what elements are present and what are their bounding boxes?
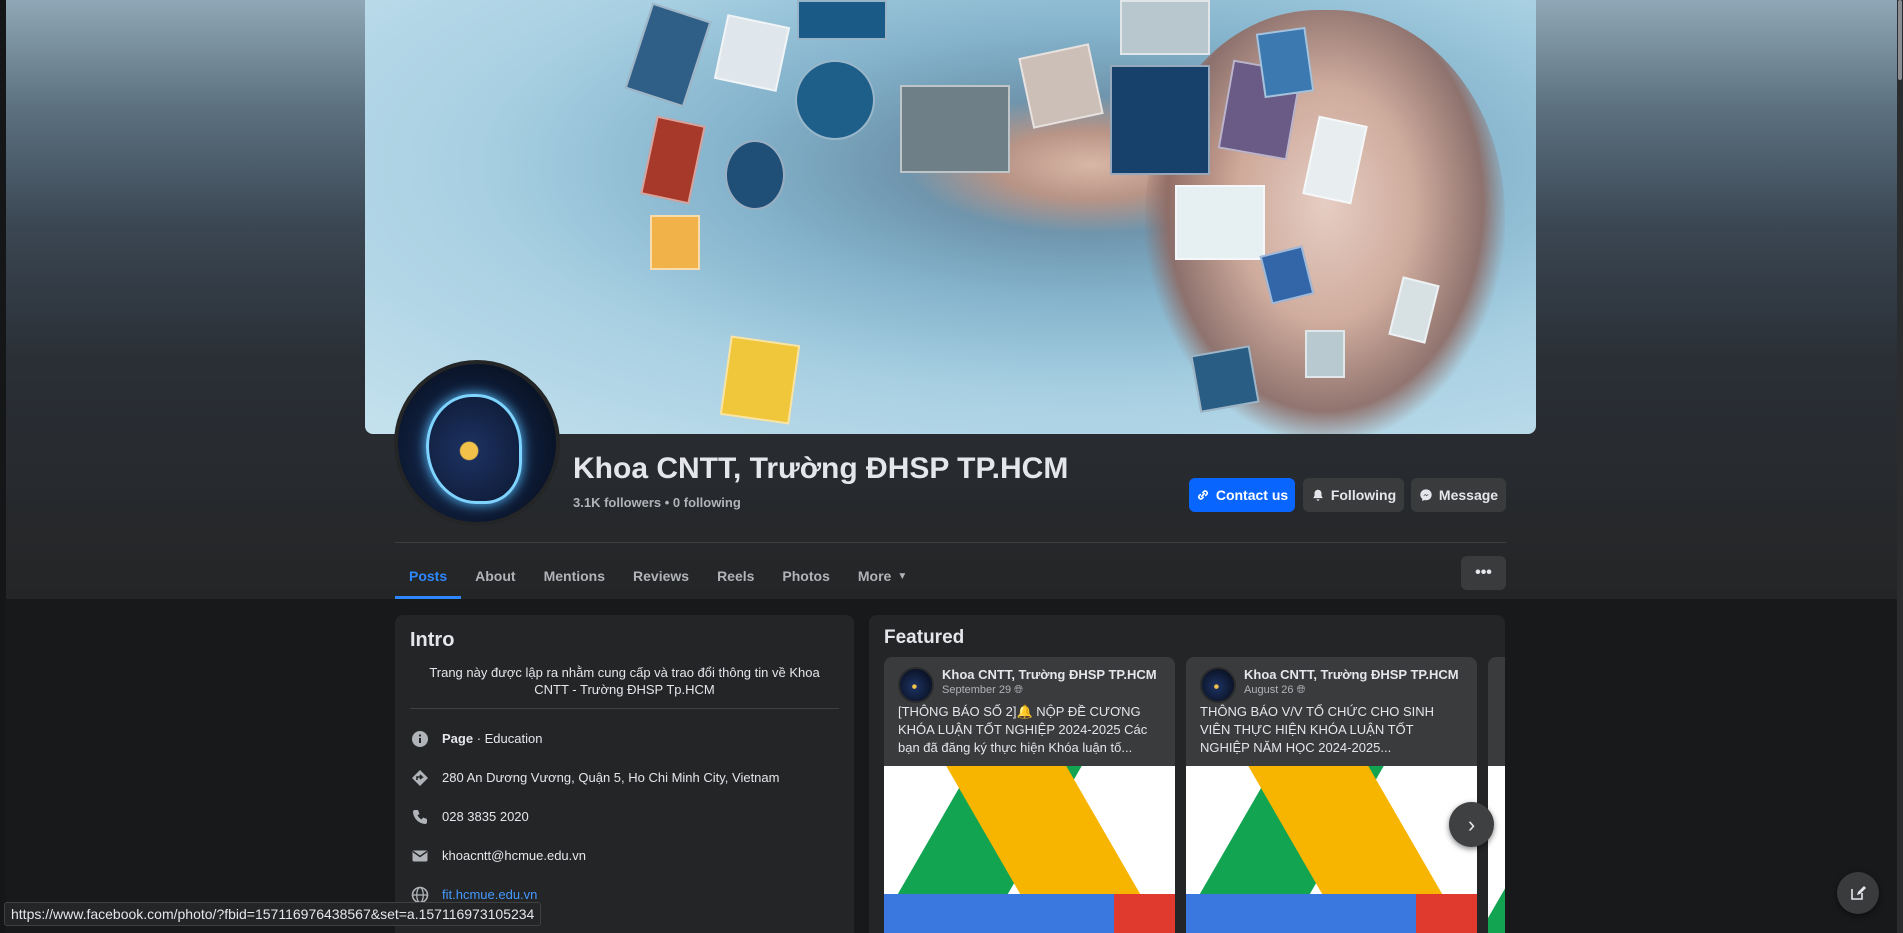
cover-tile	[795, 60, 875, 140]
messenger-icon	[1420, 489, 1432, 502]
tab-reels[interactable]: Reels	[703, 553, 768, 599]
cover-tile	[1018, 43, 1104, 129]
google-drive-image[interactable]	[1186, 766, 1477, 933]
page-options-button[interactable]: •••	[1461, 556, 1506, 590]
intro-category: Page · Education	[410, 719, 839, 758]
avatar[interactable]	[898, 667, 934, 703]
google-drive-image	[1488, 766, 1505, 933]
cover-photo[interactable]	[365, 0, 1536, 434]
post-header: Khoa CNTT, Trường ĐHSP TP.HCM September …	[884, 657, 1175, 703]
tab-label: Mentions	[543, 568, 606, 584]
link-icon	[1197, 490, 1208, 500]
tab-label: Posts	[409, 568, 448, 584]
cover-tile	[797, 0, 887, 40]
profile-picture[interactable]	[394, 360, 560, 526]
google-drive-image[interactable]	[884, 766, 1175, 933]
compose-button[interactable]	[1837, 872, 1879, 914]
cover-tile	[713, 14, 791, 92]
post-date[interactable]: August 26 🌐︎	[1244, 684, 1459, 697]
post-text: [THÔNG BÁO SỐ 2]🔔 NỘP ĐỀ CƯƠNG KHÓA LUẬN…	[898, 704, 1148, 755]
page-title: Khoa CNTT, Trường ĐHSP TP.HCM	[573, 452, 1069, 485]
cover-tile	[1110, 65, 1210, 175]
intro-phone: 028 3835 2020	[410, 797, 839, 836]
post-header: Khoa CNTT, Trường ĐHSP TP.HCM August 26 …	[1186, 657, 1477, 703]
featured-post[interactable]: Khoa CNTT, Trường ĐHSP TP.HCM August 26 …	[1186, 657, 1477, 933]
tab-label: More	[857, 568, 892, 584]
tab-mentions[interactable]: Mentions	[530, 553, 619, 599]
drive-logo-blue	[1186, 894, 1416, 933]
bell-icon	[1313, 489, 1323, 501]
intro-description: Trang này được lập ra nhằm cung cấp và t…	[410, 664, 839, 709]
tab-label: Photos	[782, 568, 830, 584]
post-date[interactable]: September 29 🌐︎	[942, 684, 1157, 697]
compose-icon	[1851, 886, 1866, 900]
globe-icon: 🌐︎	[1014, 684, 1023, 696]
featured-title: Featured	[884, 627, 965, 648]
post-author[interactable]: Khoa CNTT, Trường ĐHSP TP.HCM	[1244, 667, 1459, 682]
ellipsis-icon: •••	[1475, 564, 1492, 581]
cover-tile	[725, 140, 785, 210]
intro-card: Intro Trang này được lập ra nhằm cung cấ…	[395, 615, 854, 933]
chevron-right-icon: ›	[1467, 811, 1476, 837]
featured-card: Featured Khoa CNTT, Trường ĐHSP TP.HCM S…	[869, 615, 1505, 933]
drive-logo-green	[1488, 766, 1505, 933]
follower-count[interactable]: 3.1K followers • 0 following	[573, 495, 741, 510]
cover-tile	[1190, 345, 1260, 413]
cover-tile	[719, 335, 801, 425]
scrollbar[interactable]	[1897, 0, 1903, 933]
post-author[interactable]: Khoa CNTT, Trường ĐHSP TP.HCM	[942, 667, 1157, 682]
tab-label: Reels	[717, 568, 755, 584]
profile-head-graphic	[426, 394, 522, 504]
message-label: Message	[1438, 487, 1499, 503]
cover-tile	[640, 115, 706, 205]
post-text: THÔNG BÁO V/V TỔ CHỨC CHO SINH VIÊN THỰC…	[1200, 704, 1435, 755]
cover-tile	[1255, 26, 1315, 99]
tab-reviews[interactable]: Reviews	[619, 553, 703, 599]
cover-tile	[1120, 0, 1210, 55]
status-bar-url: https://www.facebook.com/photo/?fbid=157…	[4, 902, 542, 926]
featured-post-partial[interactable]	[1488, 657, 1505, 933]
next-featured-button[interactable]: ›	[1449, 802, 1494, 847]
intro-email: khoacntt@hcmue.edu.vn	[410, 836, 839, 875]
following-label: Following	[1330, 487, 1397, 503]
cover-tile	[1175, 185, 1265, 260]
intro-title: Intro	[410, 629, 455, 651]
cover-tile	[624, 2, 712, 108]
following-button[interactable]: Following	[1303, 478, 1404, 512]
website-link[interactable]: fit.hcmue.edu.vn	[442, 887, 537, 902]
drive-logo-red	[1416, 894, 1477, 933]
tab-label: Reviews	[633, 568, 690, 584]
featured-post[interactable]: Khoa CNTT, Trường ĐHSP TP.HCM September …	[884, 657, 1175, 933]
info-icon	[410, 729, 430, 749]
tab-about[interactable]: About	[461, 553, 529, 599]
message-button[interactable]: Message	[1411, 478, 1506, 512]
drive-logo-blue	[884, 894, 1114, 933]
divider	[395, 542, 1506, 543]
tab-label: About	[475, 568, 516, 584]
cover-tile	[900, 85, 1010, 173]
page-category: · Education	[473, 731, 543, 746]
page-type-label: Page	[442, 731, 474, 746]
phone-icon	[410, 807, 430, 827]
drive-logo-red	[1114, 894, 1175, 933]
location-icon	[410, 768, 430, 788]
cover-tile	[650, 215, 700, 270]
cover-tile	[1305, 330, 1345, 378]
tab-photos[interactable]: Photos	[768, 553, 843, 599]
email-text[interactable]: khoacntt@hcmue.edu.vn	[442, 848, 586, 863]
caret-down-icon: ▼	[897, 570, 908, 582]
intro-address: 280 An Dương Vương, Quận 5, Ho Chi Minh …	[410, 758, 839, 797]
page-tabs: Posts About Mentions Reviews Reels Photo…	[395, 553, 921, 599]
globe-icon: 🌐︎	[1296, 684, 1306, 696]
contact-us-label: Contact us	[1215, 487, 1289, 503]
mail-icon	[410, 846, 430, 866]
phone-text: 028 3835 2020	[442, 809, 529, 824]
contact-us-button[interactable]: Contact us	[1189, 478, 1295, 512]
tab-more[interactable]: More ▼	[844, 553, 921, 599]
avatar[interactable]	[1200, 667, 1236, 703]
tab-posts[interactable]: Posts	[395, 553, 462, 599]
address-text: 280 An Dương Vương, Quận 5, Ho Chi Minh …	[442, 770, 780, 785]
